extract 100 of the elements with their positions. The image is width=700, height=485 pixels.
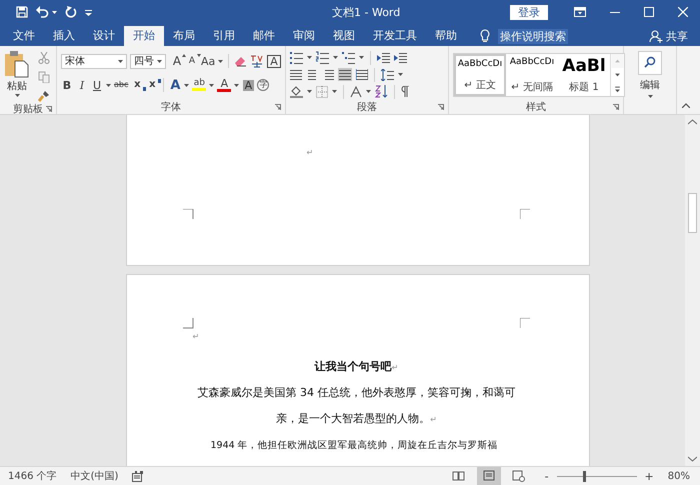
distributed-icon[interactable]: [356, 69, 368, 80]
heading-text: 让我当个句号吧↵: [313, 359, 400, 375]
caret-icon[interactable]: [366, 90, 371, 93]
caret-icon[interactable]: [209, 84, 214, 86]
redo-icon[interactable]: [65, 6, 77, 18]
caret-icon[interactable]: [307, 90, 312, 93]
ribbon-tab[interactable]: 开发工具: [364, 26, 426, 46]
font-format-button[interactable]: A: [186, 53, 198, 69]
font-format-button[interactable]: Aa: [201, 53, 216, 69]
dialog-launcher-icon[interactable]: [46, 106, 52, 112]
caret-icon[interactable]: [333, 56, 338, 59]
numbering-icon[interactable]: [316, 50, 329, 64]
font-name-field[interactable]: 宋体: [61, 54, 127, 68]
scrollbar-thumb[interactable]: [688, 193, 697, 233]
font-format-button[interactable]: x: [146, 77, 158, 93]
caret-icon[interactable]: [157, 60, 162, 62]
ribbon-tab[interactable]: 帮助: [426, 26, 466, 46]
caret-icon[interactable]: [118, 60, 123, 62]
ribbon-tab[interactable]: 邮件: [244, 26, 284, 46]
font-format-button[interactable]: A: [171, 53, 183, 69]
word-count[interactable]: 1466 个字: [8, 469, 57, 483]
align-right-icon[interactable]: [322, 69, 334, 80]
zoom-out-button[interactable]: -: [544, 470, 549, 482]
tell-me-search[interactable]: 操作说明搜索: [498, 28, 568, 44]
ribbon-tab[interactable]: 文件: [4, 26, 44, 46]
ribbon-tab[interactable]: 视图: [324, 26, 364, 46]
font-format-button[interactable]: 字: [257, 77, 270, 93]
scroll-down-icon[interactable]: [688, 456, 697, 462]
style-item[interactable]: AaBl 标题 1: [558, 54, 610, 96]
bullets-icon[interactable]: [290, 50, 303, 64]
caret-icon[interactable]: [14, 94, 20, 97]
save-icon[interactable]: [16, 6, 28, 18]
font-format-button[interactable]: A: [217, 77, 232, 93]
font-format-button[interactable]: U: [91, 77, 103, 93]
editing-button[interactable]: 编辑: [628, 49, 672, 100]
zoom-level[interactable]: 80%: [668, 470, 690, 482]
font-format-button[interactable]: A: [169, 77, 182, 93]
style-item[interactable]: AaBbCcDı ↵ 正文: [454, 54, 506, 96]
paintbrush-icon[interactable]: [38, 90, 50, 102]
caret-icon[interactable]: [234, 84, 240, 86]
maximize-icon[interactable]: [644, 7, 654, 17]
language-indicator[interactable]: 中文(中国): [70, 469, 118, 483]
caret-icon[interactable]: [332, 90, 337, 93]
caret-icon[interactable]: [52, 10, 57, 14]
paragraph-mark-icon[interactable]: [401, 86, 409, 97]
caret-icon[interactable]: [184, 84, 190, 86]
zoom-in-button[interactable]: +: [644, 470, 654, 482]
caret-icon[interactable]: [218, 60, 224, 62]
align-center-icon[interactable]: [306, 69, 318, 80]
borders-icon[interactable]: [316, 86, 328, 98]
font-format-button[interactable]: abc: [114, 77, 128, 93]
dialog-launcher-icon[interactable]: [613, 104, 619, 110]
decrease-indent-icon[interactable]: [377, 52, 390, 64]
font-size-field[interactable]: 四号: [130, 54, 166, 68]
caret-icon[interactable]: [359, 56, 364, 59]
caret-icon[interactable]: [307, 56, 312, 59]
sort-icon[interactable]: [375, 85, 388, 98]
font-format-button[interactable]: ab: [192, 77, 206, 93]
dialog-launcher-icon[interactable]: [438, 104, 444, 110]
ribbon-tab[interactable]: 审阅: [284, 26, 324, 46]
align-left-icon[interactable]: [290, 69, 302, 80]
phonetic-guide-icon[interactable]: [250, 54, 264, 68]
caret-icon[interactable]: [106, 84, 111, 86]
ribbon-tab[interactable]: 开始: [124, 26, 164, 46]
shading-icon[interactable]: [290, 86, 303, 98]
customize-toolbar-icon[interactable]: [85, 8, 92, 16]
print-layout-button[interactable]: [476, 467, 501, 485]
increase-indent-icon[interactable]: [394, 52, 407, 64]
paste-button[interactable]: 粘贴: [4, 49, 30, 102]
vertical-scrollbar[interactable]: [685, 115, 700, 466]
scissors-icon[interactable]: [38, 52, 50, 64]
login-button[interactable]: 登录: [510, 4, 548, 20]
font-format-button[interactable]: x: [131, 77, 144, 93]
dialog-launcher-icon[interactable]: [275, 104, 281, 110]
macro-recording-icon[interactable]: [132, 470, 144, 482]
style-item[interactable]: AaBbCcDı ↵ 无间隔: [506, 54, 558, 96]
ribbon-tab[interactable]: 设计: [84, 26, 124, 46]
close-icon[interactable]: [678, 7, 688, 17]
ribbon-tab[interactable]: 布局: [164, 26, 204, 46]
ribbon-display-icon[interactable]: [574, 7, 586, 17]
clear-formatting-icon[interactable]: [234, 55, 248, 67]
multilevel-list-icon[interactable]: [342, 50, 355, 64]
font-format-button[interactable]: I: [76, 77, 88, 93]
font-format-button[interactable]: A: [242, 77, 254, 93]
caret-icon[interactable]: [398, 73, 403, 76]
share-button[interactable]: 共享: [666, 28, 688, 44]
collapse-ribbon-icon[interactable]: [682, 103, 690, 108]
font-format-button[interactable]: B: [61, 77, 73, 93]
undo-icon[interactable]: [36, 6, 49, 18]
asian-layout-icon[interactable]: [350, 86, 362, 98]
line-spacing-icon[interactable]: [381, 68, 394, 80]
caret-icon[interactable]: [648, 95, 652, 98]
ribbon-tab[interactable]: 引用: [204, 26, 244, 46]
clipboard-icon: [4, 50, 30, 78]
character-border-button[interactable]: A: [267, 53, 281, 69]
crop-mark-icon: [520, 209, 530, 220]
justify-icon[interactable]: [338, 68, 352, 81]
ribbon-tab[interactable]: 插入: [44, 26, 84, 46]
scroll-up-icon[interactable]: [688, 119, 697, 125]
slider-thumb[interactable]: [582, 470, 586, 482]
